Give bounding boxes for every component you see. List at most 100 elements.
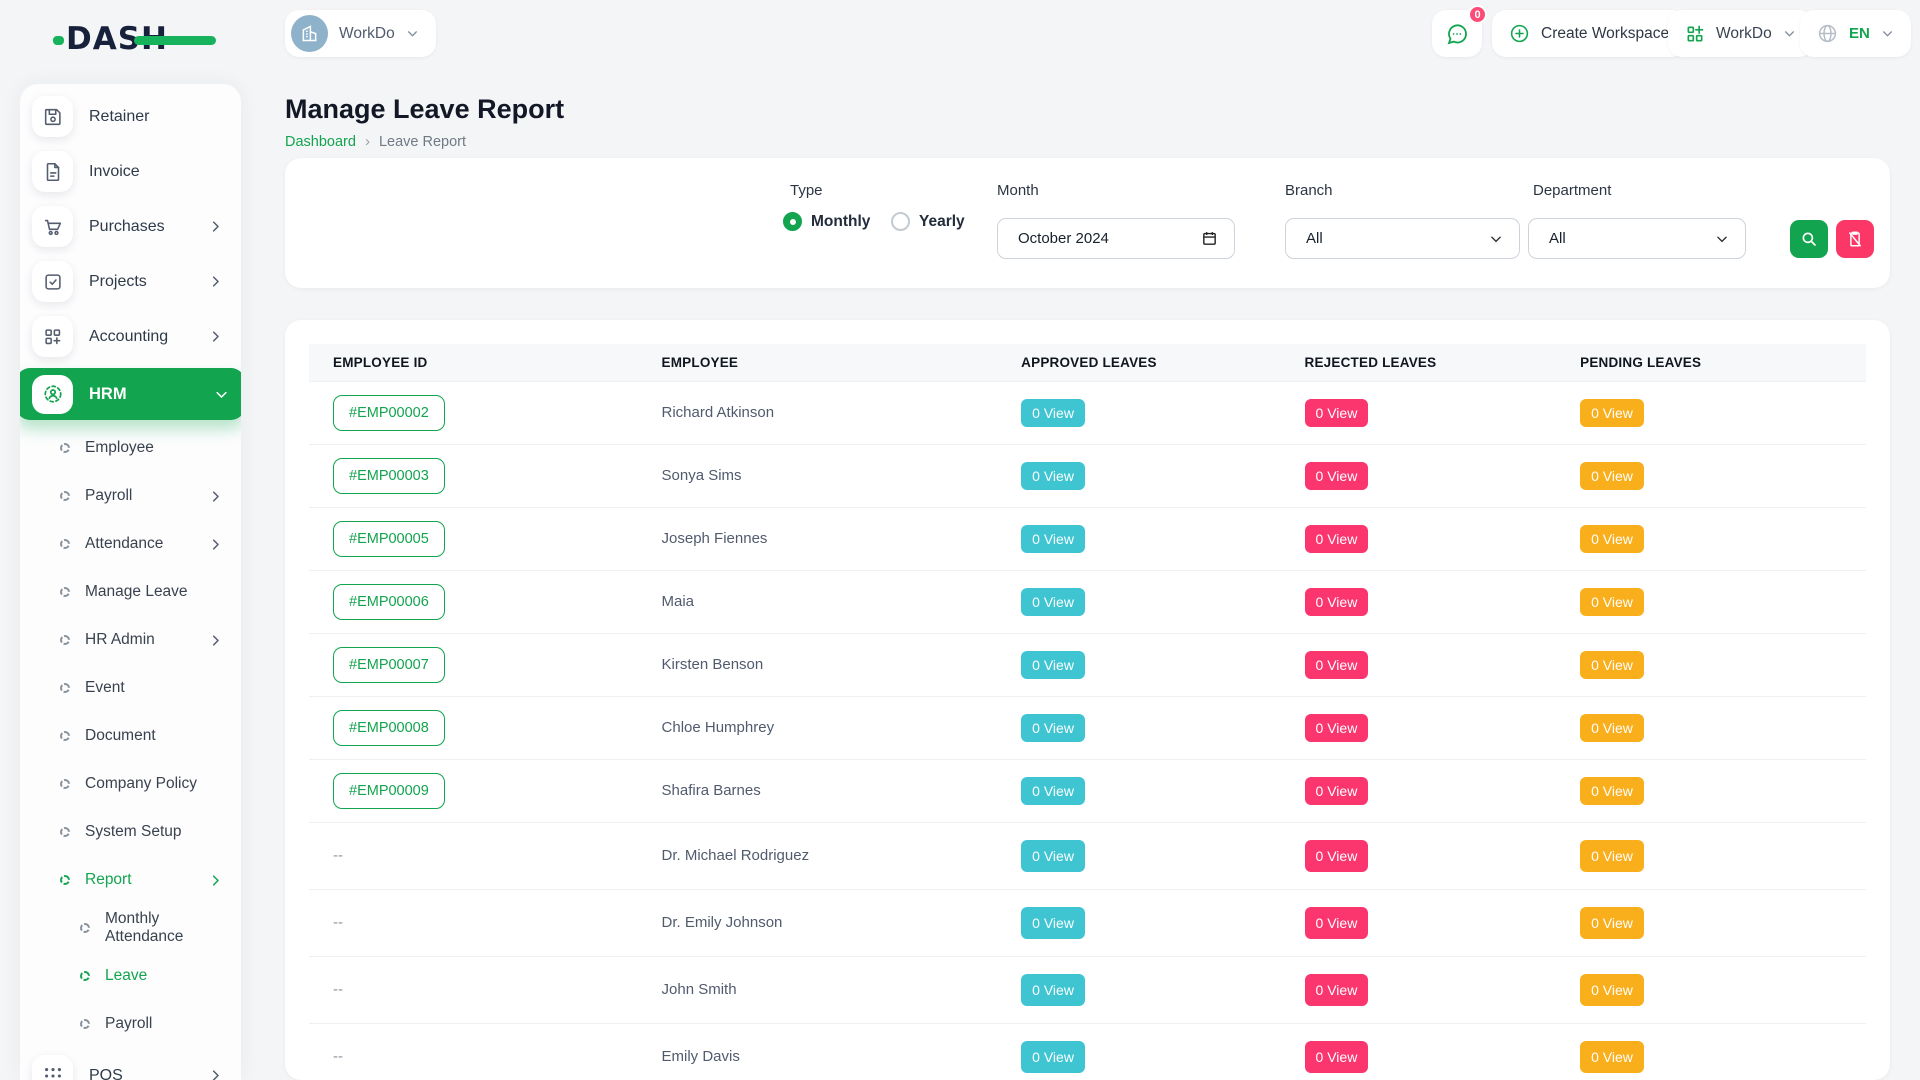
pending-leaves-badge[interactable]: 0 View: [1580, 974, 1644, 1006]
bullet-icon: [60, 587, 70, 597]
radio-monthly[interactable]: Monthly: [783, 212, 870, 231]
approved-leaves-badge[interactable]: 0 View: [1021, 462, 1085, 490]
pending-leaves-badge[interactable]: 0 View: [1580, 777, 1644, 805]
create-workspace-button[interactable]: Create Workspace: [1492, 10, 1686, 57]
sidebar-item-label: Retainer: [89, 108, 149, 126]
grid-plus-icon: [1685, 24, 1705, 44]
sidebar-item-monthly-attendance[interactable]: Monthly Attendance: [20, 904, 241, 952]
pending-leaves-badge[interactable]: 0 View: [1580, 907, 1644, 939]
employee-id-pill[interactable]: #EMP00008: [333, 710, 445, 746]
bullet-icon: [60, 731, 70, 741]
breadcrumb-dashboard-link[interactable]: Dashboard: [285, 134, 356, 150]
sidebar-item-hr-admin[interactable]: HR Admin: [20, 616, 241, 664]
branch-select[interactable]: All: [1285, 218, 1520, 259]
workspace-switcher[interactable]: WorkDo: [285, 10, 436, 57]
sidebar-item-leave[interactable]: Leave: [20, 952, 241, 1000]
table-row: #EMP00009 Shafira Barnes 0 View 0 View 0…: [309, 760, 1866, 823]
employee-name: Chloe Humphrey: [662, 719, 775, 736]
cart-icon: [32, 206, 73, 247]
employee-id-pill[interactable]: #EMP00006: [333, 584, 445, 620]
rejected-leaves-badge[interactable]: 0 View: [1305, 974, 1369, 1006]
logo[interactable]: DASH: [66, 21, 168, 57]
bullet-icon: [60, 683, 70, 693]
pending-leaves-badge[interactable]: 0 View: [1580, 714, 1644, 742]
employee-id-pill[interactable]: #EMP00002: [333, 395, 445, 431]
employee-id-pill[interactable]: #EMP00005: [333, 521, 445, 557]
rejected-leaves-badge[interactable]: 0 View: [1305, 525, 1369, 553]
sidebar-item-document[interactable]: Document: [20, 712, 241, 760]
rejected-leaves-badge[interactable]: 0 View: [1305, 777, 1369, 805]
month-input[interactable]: October 2024: [997, 218, 1235, 259]
chevron-down-icon: [214, 387, 229, 402]
sidebar-item-payroll[interactable]: Payroll: [20, 1000, 241, 1048]
branch-value: All: [1306, 230, 1489, 247]
sidebar-item-purchases[interactable]: Purchases: [20, 199, 241, 254]
sidebar-item-manage-leave[interactable]: Manage Leave: [20, 568, 241, 616]
sidebar-item-attendance[interactable]: Attendance: [20, 520, 241, 568]
employee-name: Kirsten Benson: [662, 656, 764, 673]
table-row: #EMP00003 Sonya Sims 0 View 0 View 0 Vie…: [309, 445, 1866, 508]
approved-leaves-badge[interactable]: 0 View: [1021, 840, 1085, 872]
breadcrumb-current: Leave Report: [379, 134, 466, 150]
clipboard-slash-icon: [1846, 230, 1864, 248]
leave-report-table: EMPLOYEE ID EMPLOYEE APPROVED LEAVES REJ…: [309, 344, 1866, 1080]
department-label: Department: [1533, 182, 1611, 199]
table-row: -- John Smith 0 View 0 View 0 View: [309, 957, 1866, 1024]
rejected-leaves-badge[interactable]: 0 View: [1305, 588, 1369, 616]
building-icon: [299, 23, 320, 44]
approved-leaves-badge[interactable]: 0 View: [1021, 777, 1085, 805]
header-pending-leaves: PENDING LEAVES: [1556, 344, 1866, 382]
reset-button[interactable]: [1836, 220, 1874, 258]
approved-leaves-badge[interactable]: 0 View: [1021, 588, 1085, 616]
approved-leaves-badge[interactable]: 0 View: [1021, 974, 1085, 1006]
sidebar-item-retainer[interactable]: Retainer: [20, 89, 241, 144]
pending-leaves-badge[interactable]: 0 View: [1580, 399, 1644, 427]
language-menu[interactable]: EN: [1800, 10, 1911, 57]
rejected-leaves-badge[interactable]: 0 View: [1305, 1041, 1369, 1073]
sidebar-item-company-policy[interactable]: Company Policy: [20, 760, 241, 808]
sidebar-item-report[interactable]: Report: [20, 856, 241, 904]
sidebar-item-invoice[interactable]: Invoice: [20, 144, 241, 199]
rejected-leaves-badge[interactable]: 0 View: [1305, 840, 1369, 872]
rejected-leaves-badge[interactable]: 0 View: [1305, 399, 1369, 427]
sidebar-item-employee[interactable]: Employee: [20, 424, 241, 472]
approved-leaves-badge[interactable]: 0 View: [1021, 399, 1085, 427]
sidebar-item-projects[interactable]: Projects: [20, 254, 241, 309]
rejected-leaves-badge[interactable]: 0 View: [1305, 651, 1369, 679]
approved-leaves-badge[interactable]: 0 View: [1021, 651, 1085, 679]
pending-leaves-badge[interactable]: 0 View: [1580, 588, 1644, 616]
employee-id-pill[interactable]: #EMP00003: [333, 458, 445, 494]
approved-leaves-badge[interactable]: 0 View: [1021, 907, 1085, 939]
chat-button[interactable]: 0: [1432, 10, 1482, 57]
rejected-leaves-badge[interactable]: 0 View: [1305, 714, 1369, 742]
sidebar-item-payroll[interactable]: Payroll: [20, 472, 241, 520]
chevron-down-icon: [406, 27, 419, 40]
approved-leaves-badge[interactable]: 0 View: [1021, 714, 1085, 742]
pending-leaves-badge[interactable]: 0 View: [1580, 525, 1644, 553]
pending-leaves-badge[interactable]: 0 View: [1580, 462, 1644, 490]
employee-id-empty: --: [333, 914, 343, 931]
employee-id-pill[interactable]: #EMP00007: [333, 647, 445, 683]
app-menu-button[interactable]: WorkDo: [1668, 10, 1813, 57]
pending-leaves-badge[interactable]: 0 View: [1580, 651, 1644, 679]
sidebar-item-hrm[interactable]: HRM: [20, 368, 241, 420]
approved-leaves-badge[interactable]: 0 View: [1021, 1041, 1085, 1073]
approved-leaves-badge[interactable]: 0 View: [1021, 525, 1085, 553]
sidebar-item-label: Attendance: [85, 535, 163, 553]
pending-leaves-badge[interactable]: 0 View: [1580, 840, 1644, 872]
sidebar-item-system-setup[interactable]: System Setup: [20, 808, 241, 856]
sidebar-item-event[interactable]: Event: [20, 664, 241, 712]
search-button[interactable]: [1790, 220, 1828, 258]
bullet-icon: [80, 923, 90, 933]
sidebar-item-pos[interactable]: POS: [20, 1048, 241, 1080]
search-icon: [1800, 230, 1818, 248]
radio-yearly[interactable]: Yearly: [891, 212, 965, 231]
pending-leaves-badge[interactable]: 0 View: [1580, 1041, 1644, 1073]
sidebar-item-accounting[interactable]: Accounting: [20, 309, 241, 364]
table-row: -- Dr. Michael Rodriguez 0 View 0 View 0…: [309, 823, 1866, 890]
department-select[interactable]: All: [1528, 218, 1746, 259]
type-label: Type: [790, 182, 823, 199]
rejected-leaves-badge[interactable]: 0 View: [1305, 907, 1369, 939]
employee-id-pill[interactable]: #EMP00009: [333, 773, 445, 809]
rejected-leaves-badge[interactable]: 0 View: [1305, 462, 1369, 490]
